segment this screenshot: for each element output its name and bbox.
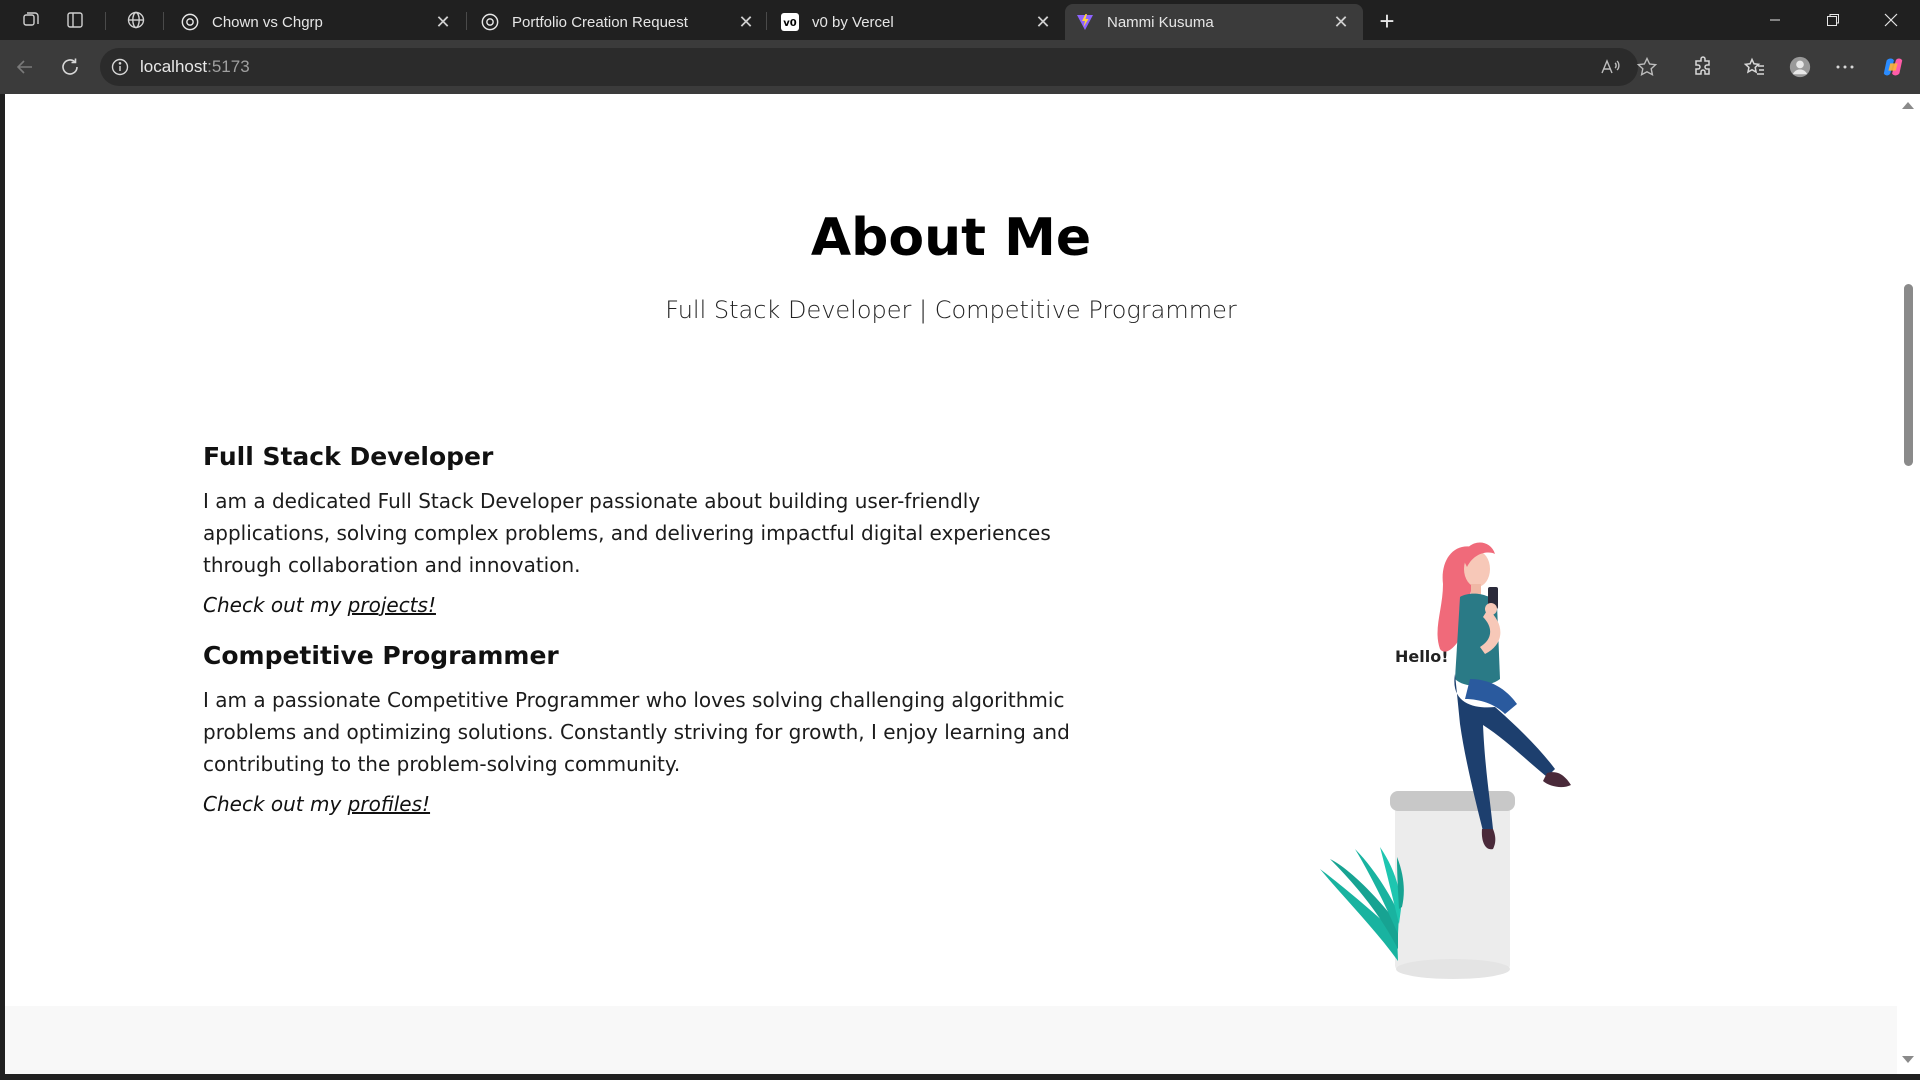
more-options-icon[interactable]	[1829, 51, 1861, 83]
openai-icon	[480, 12, 500, 32]
read-aloud-icon[interactable]	[1592, 48, 1628, 86]
plant-icon	[1320, 847, 1404, 961]
page-footer	[5, 1006, 1897, 1074]
tab-nammi-kusuma[interactable]: Nammi Kusuma ✕	[1065, 4, 1363, 40]
favorites-icon[interactable]	[1739, 51, 1771, 83]
favorite-star-icon[interactable]	[1629, 48, 1665, 86]
hello-illustration: Hello!	[1320, 542, 1571, 979]
close-window-button[interactable]	[1868, 0, 1914, 40]
about-content: Full Stack Developer I am a dedicated Fu…	[203, 442, 1083, 840]
address-bar[interactable]: localhost:5173	[100, 48, 1658, 86]
extensions-icon[interactable]	[1687, 51, 1719, 83]
section-body-competitive: I am a passionate Competitive Programmer…	[203, 688, 1070, 776]
close-tab-icon[interactable]: ✕	[1033, 12, 1053, 32]
v0-icon: v0	[780, 12, 800, 32]
tab-title: Portfolio Creation Request	[512, 13, 688, 31]
profiles-link[interactable]: profiles!	[348, 792, 430, 816]
url-host: localhost	[140, 57, 208, 76]
tab-title: v0 by Vercel	[812, 13, 894, 31]
refresh-button[interactable]	[54, 51, 86, 83]
page-title: About Me	[810, 208, 1092, 268]
tab-title: Nammi Kusuma	[1107, 13, 1214, 31]
speech-text: Hello!	[1395, 647, 1449, 666]
url-port: :5173	[207, 57, 250, 76]
page-scrollbar[interactable]	[1897, 94, 1920, 1080]
browser-toolbar: localhost:5173	[0, 40, 1920, 94]
stool-body	[1395, 799, 1510, 971]
cta-prefix: Check out my	[203, 792, 348, 816]
page-viewport: About Me Full Stack Developer | Competit…	[5, 94, 1897, 1074]
profile-avatar[interactable]	[1784, 51, 1816, 83]
scrollbar-thumb[interactable]	[1904, 284, 1913, 466]
url-text: localhost:5173	[140, 57, 250, 77]
copilot-icon[interactable]	[1877, 51, 1909, 83]
tab-title: Chown vs Chgrp	[212, 13, 323, 31]
vertical-tabs-icon[interactable]	[60, 5, 90, 35]
close-tab-icon[interactable]: ✕	[433, 12, 453, 32]
globe-icon[interactable]	[121, 5, 151, 35]
close-tab-icon[interactable]: ✕	[736, 12, 756, 32]
back-button[interactable]	[9, 51, 41, 83]
scroll-up-icon[interactable]	[1902, 102, 1914, 109]
window-bottom-edge	[0, 1074, 1920, 1080]
vite-icon	[1075, 12, 1095, 32]
profiles-cta: Check out my profiles!	[203, 792, 1083, 816]
tab-v0-by-vercel[interactable]: v0 v0 by Vercel ✕	[770, 4, 1065, 40]
openai-icon	[180, 12, 200, 32]
cta-prefix: Check out my	[203, 593, 348, 617]
page-subtitle: Full Stack Developer | Competitive Progr…	[665, 296, 1237, 324]
scroll-down-icon[interactable]	[1902, 1056, 1914, 1063]
projects-cta: Check out my projects!	[203, 593, 1083, 617]
projects-link[interactable]: projects!	[348, 593, 436, 617]
tab-portfolio-creation-request[interactable]: Portfolio Creation Request ✕	[470, 4, 768, 40]
tab-chown-vs-chgrp[interactable]: Chown vs Chgrp ✕	[170, 4, 465, 40]
minimize-button[interactable]	[1752, 0, 1798, 40]
section-body-full-stack: I am a dedicated Full Stack Developer pa…	[203, 489, 1051, 577]
section-title-competitive: Competitive Programmer	[203, 641, 559, 670]
workspaces-icon[interactable]	[16, 5, 46, 35]
stool-top	[1390, 791, 1515, 811]
close-tab-icon[interactable]: ✕	[1331, 12, 1351, 32]
restore-button[interactable]	[1810, 0, 1856, 40]
section-title-full-stack: Full Stack Developer	[203, 442, 494, 471]
svg-text:v0: v0	[783, 18, 797, 29]
site-info-icon[interactable]	[100, 58, 140, 76]
tab-strip: Chown vs Chgrp ✕ Portfolio Creation Requ…	[0, 0, 1920, 40]
new-tab-button[interactable]: +	[1372, 6, 1402, 36]
